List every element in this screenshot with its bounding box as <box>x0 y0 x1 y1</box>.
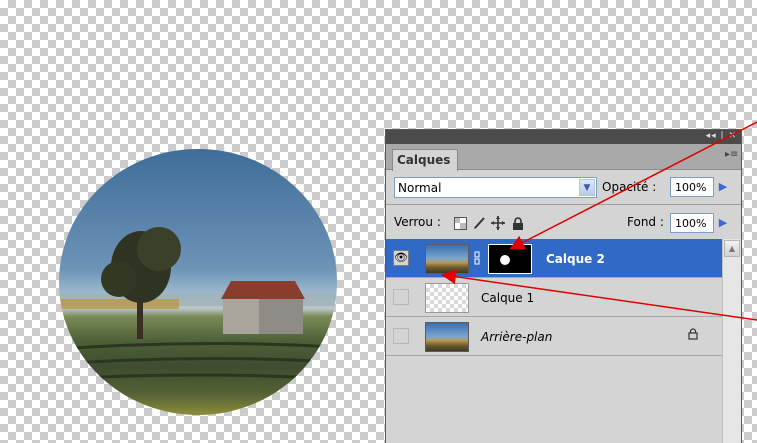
mask-circle <box>500 255 510 265</box>
lock-label: Verrou : <box>394 215 441 229</box>
opacity-label: Opacité : <box>602 180 657 194</box>
scroll-up-arrow-icon[interactable]: ▲ <box>724 240 740 257</box>
fill-field[interactable]: 100% <box>670 213 714 233</box>
layer-row-arriere-plan[interactable]: Arrière-plan <box>386 317 722 356</box>
panel-menu-icon[interactable]: ▸≡ <box>725 150 738 160</box>
layer-name: Arrière-plan <box>481 330 553 344</box>
tab-calques[interactable]: Calques <box>392 149 458 171</box>
divider <box>386 204 741 205</box>
visibility-toggle[interactable] <box>393 289 409 305</box>
layers-panel: ◂◂ | ✕ Calques ▸≡ Normal ▼ Opacité : 100… <box>385 129 742 443</box>
layer-thumbnail[interactable] <box>425 283 469 313</box>
blend-opacity-row: Normal ▼ Opacité : 100% ▶ <box>394 177 739 199</box>
visibility-toggle[interactable] <box>393 328 409 344</box>
layer-thumbnail[interactable] <box>425 322 469 352</box>
canvas-circle-photo <box>59 149 337 415</box>
lock-transparency-icon[interactable] <box>453 216 467 230</box>
layer-name: Calque 1 <box>481 291 535 305</box>
visibility-toggle[interactable]: 👁 <box>393 250 409 266</box>
lock-pixels-brush-icon[interactable] <box>473 216 487 230</box>
layers-scrollbar[interactable]: ▲ <box>722 239 741 443</box>
layers-list: 👁 Calque 2 Calque 1 Arrière-plan <box>386 239 722 356</box>
layer-thumbnail[interactable] <box>425 244 469 274</box>
opacity-field[interactable]: 100% <box>670 177 714 197</box>
blend-mode-value: Normal <box>398 181 442 195</box>
panel-tab-row: Calques ▸≡ <box>386 144 741 171</box>
layer-lock-icon <box>688 328 698 343</box>
mask-link-icon[interactable] <box>474 251 480 265</box>
panel-window-controls[interactable]: ◂◂ | ✕ <box>706 131 737 142</box>
eye-icon: 👁 <box>394 251 408 264</box>
lock-fill-row: Verrou : Fond : 100% ▶ <box>394 212 739 234</box>
lock-position-move-icon[interactable] <box>491 216 505 230</box>
layer-name: Calque 2 <box>546 252 605 266</box>
blend-mode-select[interactable]: Normal ▼ <box>394 177 597 198</box>
fill-label: Fond : <box>627 215 664 229</box>
panel-titlebar: ◂◂ | ✕ <box>386 130 741 144</box>
lock-all-icon[interactable] <box>511 216 525 230</box>
layer-row-calque-2[interactable]: 👁 Calque 2 <box>386 239 722 278</box>
opacity-slider-arrow-icon[interactable]: ▶ <box>715 177 731 197</box>
layer-mask-thumbnail[interactable] <box>488 244 532 274</box>
chevron-down-icon[interactable]: ▼ <box>579 179 595 196</box>
fill-slider-arrow-icon[interactable]: ▶ <box>715 213 731 233</box>
layer-row-calque-1[interactable]: Calque 1 <box>386 278 722 317</box>
